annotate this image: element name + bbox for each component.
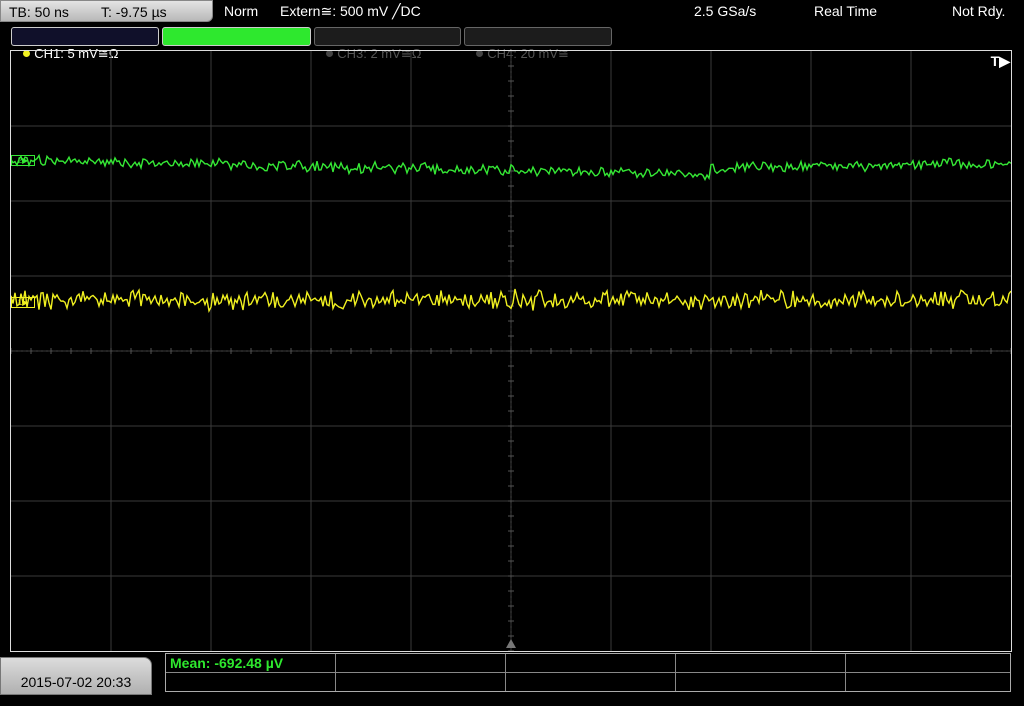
trigger-offset-label: T: -9.75 µs (101, 4, 167, 20)
ch2-level-marker[interactable]: 2▶ (11, 155, 35, 166)
trigger-source[interactable]: Extern≅: 500 mV ╱DC (280, 3, 421, 20)
datetime-display: 2015-07-02 20:33 (0, 657, 152, 695)
channel-tab-ch1[interactable]: CH1: 5 mV≅Ω (11, 27, 159, 61)
channel-tab-ch2[interactable]: CH2: 10 mV≅Ω (162, 27, 311, 61)
ready-state: Not Rdy. (952, 3, 1006, 19)
channel-tab-ch4[interactable]: CH4: 20 mV≅ (464, 27, 612, 61)
acquisition-mode: Real Time (814, 3, 878, 19)
channel-tab-ch3[interactable]: CH3: 2 mV≅Ω (314, 27, 461, 61)
sample-rate: 2.5 GSa/s (694, 3, 757, 19)
graticule-grid (11, 51, 1011, 651)
acq-mode-norm[interactable]: Norm (224, 3, 258, 19)
trigger-arrow-icon (506, 639, 516, 648)
ch1-level-marker[interactable]: 1▶ (11, 297, 35, 308)
waveform-display[interactable] (11, 51, 1011, 651)
timebase-label: TB: 50 ns (9, 4, 69, 20)
measurement-table[interactable]: Mean: -692.48 µV (165, 653, 1011, 692)
mean-measurement: Mean: -692.48 µV (170, 655, 284, 671)
status-bar: TB: 50 ns T: -9.75 µs Norm Extern≅: 500 … (0, 0, 1024, 24)
timebase-box[interactable]: TB: 50 ns T: -9.75 µs (0, 0, 213, 22)
trigger-position-icon: T▶ (990, 53, 1010, 69)
